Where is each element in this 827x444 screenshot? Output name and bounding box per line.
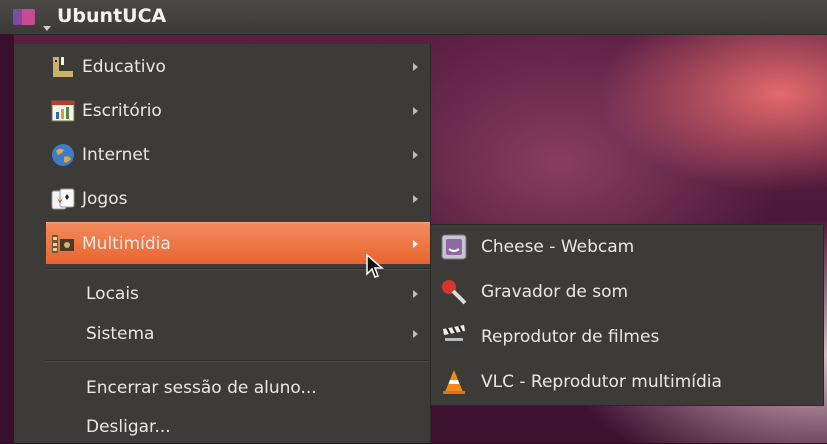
submenu-item-label: Cheese - Webcam	[481, 237, 635, 257]
menu-item-label: Internet	[82, 145, 150, 165]
chevron-right-icon	[413, 330, 418, 338]
submenu-item-movie-player[interactable]: Reprodutor de filmes	[431, 315, 823, 359]
chevron-right-icon	[413, 107, 418, 115]
globe-icon	[50, 142, 76, 168]
menu-item-internet[interactable]: Internet	[46, 134, 430, 176]
webcam-icon	[439, 232, 469, 262]
film-icon	[50, 231, 76, 257]
menu-item-educativo[interactable]: Educativo	[46, 46, 430, 88]
submenu-item-sound-recorder[interactable]: Gravador de som	[431, 270, 823, 314]
menu-item-label: Escritório	[82, 101, 162, 121]
top-panel: UbuntUCA	[0, 0, 827, 35]
submenu-item-cheese[interactable]: Cheese - Webcam	[431, 225, 823, 269]
chevron-right-icon	[413, 290, 418, 298]
panel-strip	[0, 34, 14, 443]
cards-icon	[50, 186, 76, 212]
menu-item-escritorio[interactable]: Escritório	[46, 90, 430, 132]
mouse-pointer-icon	[366, 254, 385, 278]
menu-item-jogos[interactable]: Jogos	[46, 178, 430, 220]
app-menu-logo-icon[interactable]	[13, 9, 51, 31]
education-icon	[50, 54, 76, 80]
applications-menu: Educativo Escritório Internet Jogos Mult…	[14, 44, 431, 443]
menu-item-locais[interactable]: Locais	[46, 276, 430, 312]
submenu-item-label: Reprodutor de filmes	[481, 327, 660, 347]
menu-item-shutdown[interactable]: Desligar...	[46, 410, 430, 444]
menu-item-label: Sistema	[86, 324, 155, 344]
menu-separator	[46, 360, 430, 362]
menu-item-label: Desligar...	[86, 417, 171, 437]
submenu-item-label: Gravador de som	[481, 282, 629, 302]
microphone-icon	[439, 277, 469, 307]
menu-item-sistema[interactable]: Sistema	[46, 316, 430, 352]
chevron-right-icon	[413, 63, 418, 71]
menu-item-label: Jogos	[82, 189, 128, 209]
chevron-right-icon	[413, 195, 418, 203]
submenu-item-label: VLC - Reprodutor multimídia	[481, 372, 722, 392]
vlc-cone-icon	[439, 367, 469, 397]
menu-item-label: Educativo	[82, 57, 166, 77]
menu-item-label: Locais	[86, 284, 139, 304]
app-menu-title[interactable]: UbuntUCA	[57, 5, 166, 27]
menu-item-label: Multimídia	[82, 233, 171, 254]
chevron-right-icon	[413, 239, 418, 248]
submenu-item-vlc[interactable]: VLC - Reprodutor multimídia	[431, 360, 823, 404]
menu-item-logout[interactable]: Encerrar sessão de aluno...	[46, 367, 430, 409]
chevron-right-icon	[413, 151, 418, 159]
office-icon	[50, 98, 76, 124]
menu-item-label: Encerrar sessão de aluno...	[86, 378, 317, 398]
clapperboard-icon	[439, 322, 469, 352]
multimedia-submenu: Cheese - Webcam Gravador de som Reprodut…	[430, 224, 824, 406]
